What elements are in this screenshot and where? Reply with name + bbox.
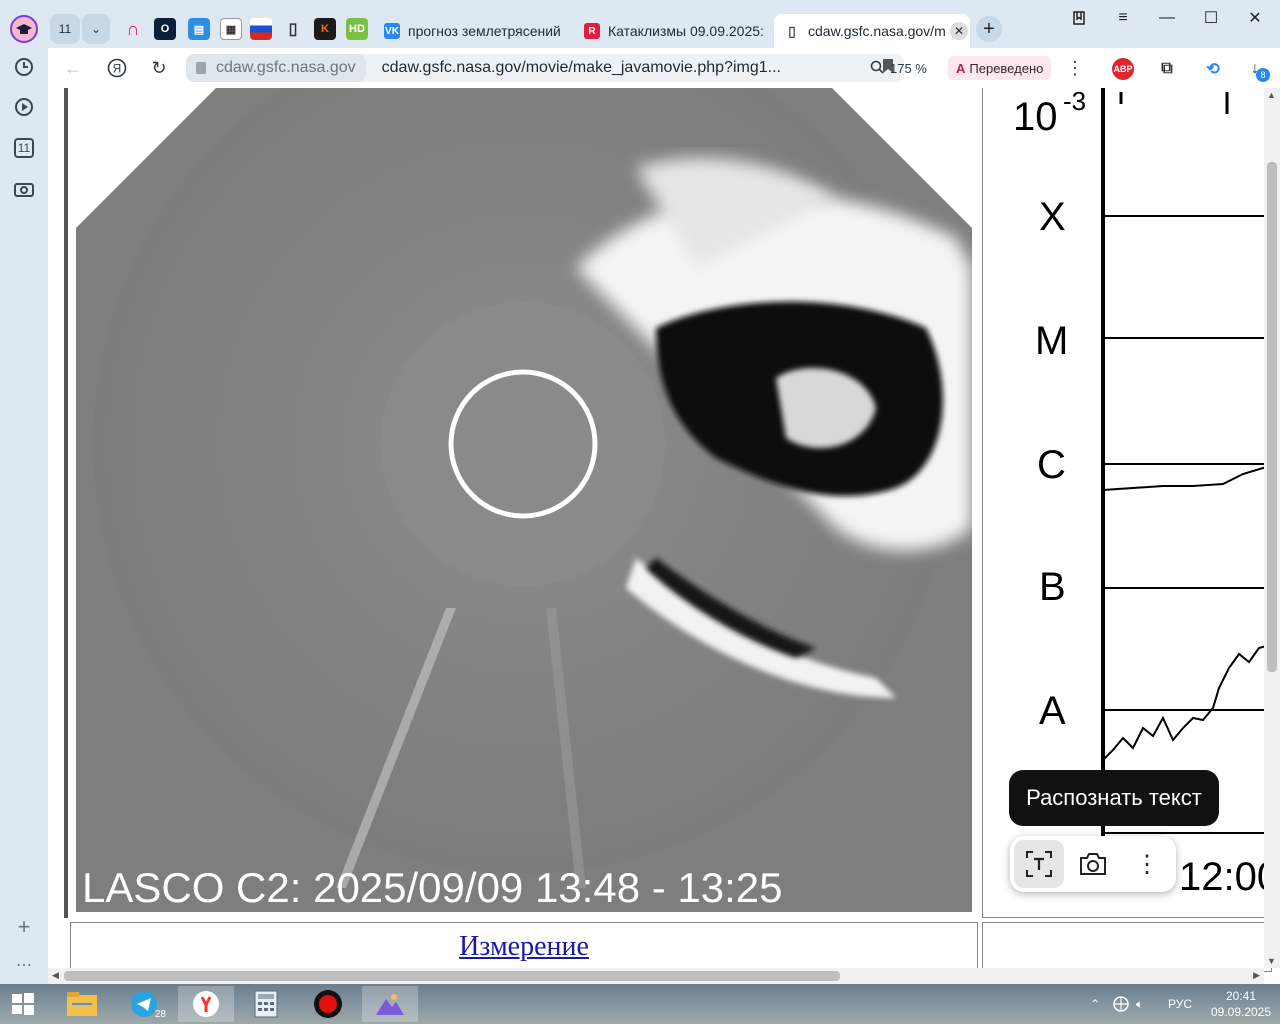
yandex-browser-icon[interactable]: [178, 986, 234, 1022]
yandex-ya-icon[interactable]: Я: [104, 56, 130, 80]
browser-side-panel: 11 + ⋯: [0, 0, 48, 984]
vertical-scrollbar[interactable]: ▲ ▼: [1264, 88, 1280, 968]
more-dots-icon[interactable]: ⋯: [9, 950, 39, 980]
vk-icon: VK: [384, 23, 400, 39]
pinned-tab-document-icon[interactable]: ▯: [282, 18, 304, 40]
headphones-icon[interactable]: ∩: [122, 18, 144, 40]
add-panel-icon[interactable]: +: [9, 912, 39, 942]
profile-avatar-icon[interactable]: [9, 14, 39, 44]
photo-viewer-icon[interactable]: [362, 986, 418, 1022]
goes-long-channel-curve: [1102, 465, 1271, 491]
coronagraph-svg: LASCO C2: 2025/09/09 13:48 - 13:25: [76, 88, 972, 912]
tab-group-button[interactable]: 11: [50, 14, 80, 44]
clock[interactable]: 20:41 09.09.2025: [1208, 984, 1274, 1024]
url-field[interactable]: cdaw.gsfc.nasa.gov cdaw.gsfc.nasa.gov/mo…: [186, 54, 904, 82]
telegram-badge: 28: [154, 1009, 166, 1020]
goes-exponent-base: 10: [1013, 95, 1058, 139]
input-language[interactable]: РУС: [1168, 984, 1192, 1024]
volume-icon[interactable]: 🔈︎: [1136, 984, 1143, 1024]
telegram-icon[interactable]: 28: [116, 986, 172, 1022]
goes-class-c: C: [1037, 443, 1066, 487]
lasco-c2-image: LASCO C2: 2025/09/09 13:48 - 13:25: [76, 88, 972, 912]
back-arrow-icon[interactable]: ←: [60, 56, 86, 80]
pinned-tab-book-icon[interactable]: ▤: [188, 18, 210, 40]
scroll-left-arrow-icon[interactable]: ◀: [52, 970, 59, 981]
table-frame-left: [64, 88, 68, 918]
maximize-window-icon[interactable]: ☐: [1196, 6, 1226, 30]
new-tab-button[interactable]: +: [976, 16, 1002, 42]
scroll-down-arrow-icon[interactable]: ▼: [1267, 956, 1276, 966]
image-actions-toolbar: ⋮: [1010, 836, 1176, 892]
translate-icon: A: [956, 60, 966, 76]
horizontal-scroll-thumb[interactable]: [64, 971, 840, 981]
history-clock-icon[interactable]: [9, 52, 39, 82]
goes-class-m: M: [1035, 319, 1068, 363]
translate-extension-icon[interactable]: ⟲: [1202, 58, 1224, 80]
page-icon: ▯: [788, 22, 796, 39]
adblock-plus-icon[interactable]: ABP: [1112, 58, 1134, 80]
zoom-magnifier-icon: [870, 60, 884, 77]
goes-time-label: 12:00: [1179, 855, 1272, 899]
pinned-tab-map-icon[interactable]: ▦: [220, 18, 242, 40]
goes-short-channel-curve: [1102, 643, 1271, 761]
reload-icon[interactable]: ↻: [146, 56, 172, 80]
calculator-icon[interactable]: [238, 986, 294, 1022]
r-icon: R: [584, 23, 600, 39]
horizontal-scrollbar[interactable]: ◀ ▶: [48, 968, 1264, 984]
minimize-window-icon[interactable]: —: [1152, 6, 1182, 30]
recognize-text-tooltip: Распознать текст: [1009, 770, 1219, 826]
goes-class-b: B: [1039, 565, 1066, 609]
pinned-tab-flag-icon[interactable]: [250, 18, 272, 40]
downloads-count-badge: 8: [1256, 68, 1270, 82]
show-hidden-icons-icon[interactable]: ⌃: [1090, 984, 1100, 1024]
goes-class-a: A: [1039, 689, 1066, 733]
tab-earthquake-forecast[interactable]: VK прогноз землетрясений: [374, 14, 564, 48]
windows-start-icon[interactable]: [0, 986, 46, 1022]
menu-hamburger-icon[interactable]: ≡: [1108, 6, 1138, 30]
pinned-tab-o-icon[interactable]: O: [154, 18, 176, 40]
measure-link[interactable]: Измерение: [71, 931, 977, 963]
pinned-tab-k-icon[interactable]: K: [314, 18, 336, 40]
close-tab-icon[interactable]: ✕: [950, 22, 968, 40]
screen-recorder-icon[interactable]: [300, 986, 356, 1022]
goes-class-x: X: [1039, 195, 1066, 239]
svg-text:Я: Я: [113, 62, 122, 76]
site-domain-chip[interactable]: cdaw.gsfc.nasa.gov: [186, 54, 366, 82]
screenshot-camera-icon[interactable]: [9, 174, 39, 204]
scroll-up-arrow-icon[interactable]: ▲: [1267, 90, 1276, 100]
zoom-indicator[interactable]: 175 %: [870, 56, 927, 80]
tabs-count-badge[interactable]: 11: [14, 138, 34, 158]
recognize-text-icon[interactable]: [1014, 840, 1064, 888]
measure-cell: Измерение: [70, 922, 978, 972]
vertical-scroll-thumb[interactable]: [1267, 162, 1277, 672]
more-vertical-icon[interactable]: ⋮: [1062, 56, 1088, 80]
lasco-caption: LASCO C2: 2025/09/09 13:48 - 13:25: [82, 864, 783, 911]
network-icon[interactable]: [1112, 984, 1130, 1024]
tab-cdaw-active[interactable]: ▯ cdaw.gsfc.nasa.gov/mo ✕: [774, 14, 970, 48]
translated-badge[interactable]: A Переведено: [948, 56, 1052, 80]
pinned-tab-hd-icon[interactable]: HD: [346, 18, 368, 40]
file-explorer-icon[interactable]: [54, 986, 110, 1022]
empty-cell: [982, 922, 1272, 972]
tab-bar: 11 ⌄ ∩ O ▤ ▦ ▯ K HD VK прогноз землетряс…: [48, 0, 1280, 48]
lock-icon: [196, 62, 206, 74]
close-window-icon[interactable]: ✕: [1240, 6, 1270, 30]
extensions-icon[interactable]: ⧉: [1156, 58, 1178, 80]
goes-exponent-power: -3: [1063, 88, 1086, 116]
tab-cataclysms[interactable]: R Катаклизмы 09.09.2025: Т: [574, 14, 764, 48]
address-toolbar: ← Я ↻ cdaw.gsfc.nasa.gov cdaw.gsfc.nasa.…: [48, 48, 1280, 88]
chevron-down-icon[interactable]: ⌄: [82, 14, 110, 44]
image-search-camera-icon[interactable]: [1068, 840, 1118, 888]
scroll-right-arrow-icon[interactable]: ▶: [1253, 970, 1260, 981]
more-options-vertical-icon[interactable]: ⋮: [1122, 840, 1172, 888]
windows-taskbar: 28 ⌃ 🔈︎ РУС 20:41 09.09.2025: [0, 984, 1280, 1024]
play-media-icon[interactable]: [9, 92, 39, 122]
bookmarks-collection-icon[interactable]: [1064, 6, 1094, 30]
